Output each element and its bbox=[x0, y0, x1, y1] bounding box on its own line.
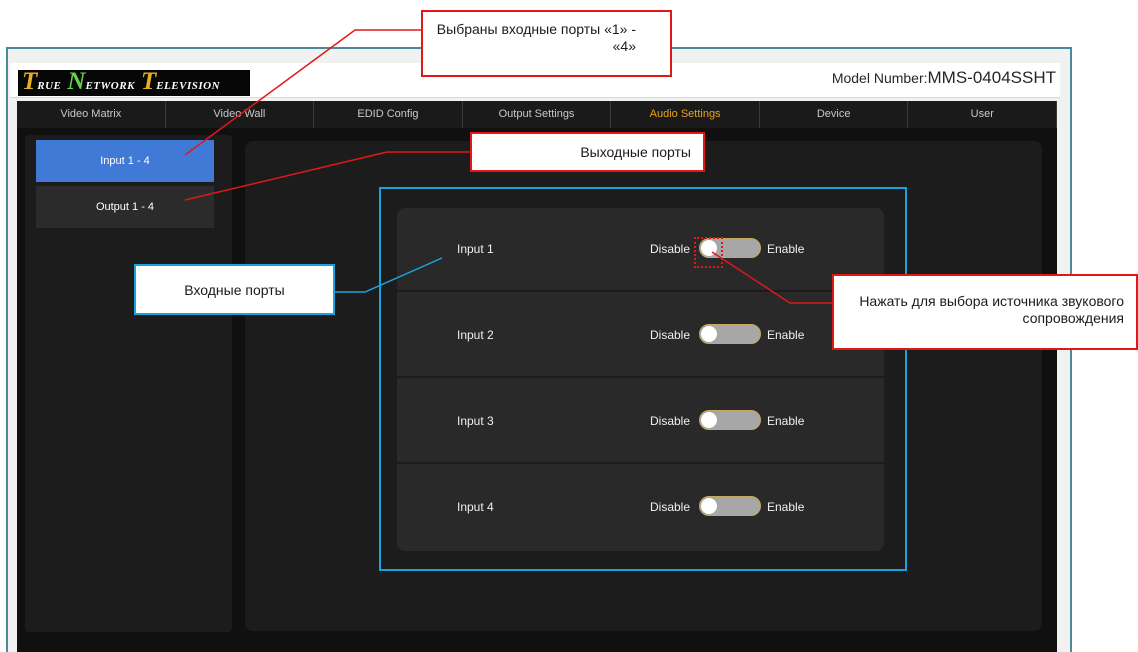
sidebar-item-inputs[interactable]: Input 1 - 4 bbox=[36, 140, 214, 182]
brand-logo: T RUE N ETWORK T ELEVISION bbox=[18, 69, 250, 96]
model-number-label: Model Number: bbox=[831, 70, 928, 86]
nav-output-settings[interactable]: Output Settings bbox=[462, 101, 612, 128]
nav-video-wall[interactable]: Video Wall bbox=[165, 101, 315, 128]
model-number-value: MMS-0404SSHT bbox=[927, 68, 1056, 87]
nav-user[interactable]: User bbox=[908, 101, 1058, 128]
nav-audio-settings[interactable]: Audio Settings bbox=[611, 101, 760, 128]
callout-input-ports: Входные порты bbox=[134, 264, 335, 315]
input-area-highlight bbox=[379, 187, 907, 571]
model-number: Model Number: MMS-0404SSHT bbox=[832, 68, 1056, 92]
callout-output-ports: Выходные порты bbox=[470, 132, 705, 172]
callout-click-hint: Нажать для выбора источника звукового со… bbox=[832, 274, 1138, 350]
nav-edid-config[interactable]: EDID Config bbox=[314, 101, 463, 128]
nav-video-matrix[interactable]: Video Matrix bbox=[17, 101, 166, 128]
callout-selected-inputs: Выбраны входные порты «1» - «4» bbox=[421, 10, 672, 77]
main-nav: Video Matrix Video Wall EDID Config Outp… bbox=[17, 101, 1058, 128]
toggle-highlight bbox=[694, 237, 723, 268]
sidebar-item-outputs[interactable]: Output 1 - 4 bbox=[36, 186, 214, 228]
nav-device[interactable]: Device bbox=[759, 101, 909, 128]
